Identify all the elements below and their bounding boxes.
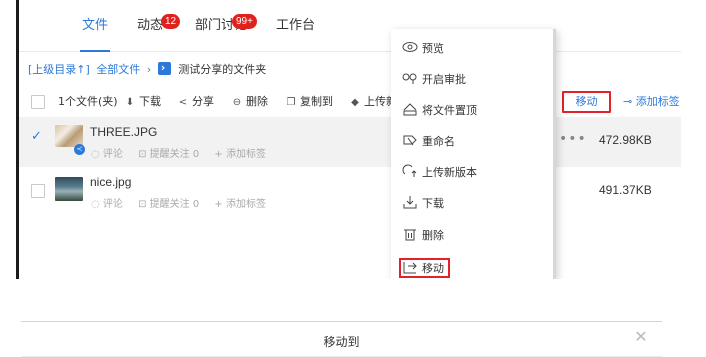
menu-item-label: 移动 (422, 262, 444, 275)
file-size: 491.37KB (599, 183, 652, 197)
tab-activity[interactable]: 动态 (137, 0, 163, 52)
rename-icon (403, 135, 417, 146)
menu-item-download[interactable]: 下载 (402, 195, 444, 213)
menu-item-label: 上传新版本 (422, 166, 477, 179)
layers-icon: ◆ (351, 97, 359, 108)
dialog-title: 移动到 (323, 335, 360, 349)
close-icon[interactable]: ✕ (633, 329, 649, 345)
file-size: 472.98KB (599, 133, 652, 147)
download-label: 下载 (139, 95, 161, 108)
add-tag-label: 添加标签 (635, 95, 680, 108)
copy-to-button[interactable]: ❐ 复制到 (285, 94, 333, 110)
breadcrumb-root-link[interactable]: 全部文件 (96, 63, 140, 76)
eye-icon (402, 42, 418, 52)
add-tag-link[interactable]: + 添加标签 (214, 149, 266, 160)
context-menu: 预览 开启审批 将文件置顶 重命名 上传新版本 下载 删除 移动 (391, 29, 556, 279)
breadcrumb-parent-link[interactable]: [上级目录↑] (28, 63, 90, 76)
more-options-icon[interactable]: ••• (559, 131, 587, 147)
delete-label: 删除 (246, 95, 268, 108)
file-manager-panel: 文件 动态 12 部门讨论 99+ 工作台 [上级目录↑] 全部文件 › 测试分… (0, 0, 681, 279)
share-label: 分享 (192, 95, 214, 108)
file-name[interactable]: THREE.JPG (90, 125, 157, 139)
activity-badge: 12 (161, 14, 181, 29)
file-meta: ◌ 评论 ⊡ 提醒关注 0 + 添加标签 (91, 145, 272, 160)
move-to-dialog: 移动到 ✕ (21, 321, 662, 357)
comment-label: 评论 (102, 199, 123, 210)
tab-files[interactable]: 文件 (79, 0, 111, 52)
menu-item-rename[interactable]: 重命名 (402, 133, 455, 151)
file-row[interactable]: nice.jpg ◌ 评论 ⊡ 提醒关注 0 + 添加标签 491.37KB (19, 167, 681, 217)
tag-icon: ⊸ (623, 95, 636, 108)
comment-link[interactable]: ◌ 评论 (91, 149, 129, 160)
download-icon (403, 196, 417, 209)
share-button[interactable]: < 分享 (177, 94, 214, 110)
copy-icon: ❐ (286, 97, 296, 108)
file-row[interactable]: ✓ ≺ THREE.JPG ◌ 评论 ⊡ 提醒关注 0 + 添加标签 ••• 4… (19, 117, 681, 167)
file-name[interactable]: nice.jpg (90, 175, 131, 189)
menu-item-label: 重命名 (422, 135, 455, 148)
menu-item-pin-top[interactable]: 将文件置顶 (402, 102, 477, 120)
file-count-label: 1个文件(夹) (58, 95, 118, 108)
download-icon: ⬇ (125, 97, 135, 108)
menu-item-label: 下载 (422, 197, 444, 210)
pin-top-icon (403, 103, 417, 116)
remind-label: 提醒关注 0 (149, 149, 200, 160)
remind-label: 提醒关注 0 (149, 199, 200, 210)
file-meta: ◌ 评论 ⊡ 提醒关注 0 + 添加标签 (91, 195, 272, 210)
trash-icon (404, 229, 416, 241)
menu-item-label: 删除 (422, 229, 444, 242)
menu-item-delete[interactable]: 删除 (402, 227, 444, 245)
file-thumbnail (55, 177, 83, 201)
delete-icon: ⊖ (232, 97, 242, 108)
menu-item-label: 将文件置顶 (422, 104, 477, 117)
menu-item-move[interactable]: 移动 (399, 258, 450, 278)
remind-link[interactable]: ⊡ 提醒关注 0 (138, 199, 205, 210)
top-tabs: 文件 动态 12 部门讨论 99+ 工作台 (19, 0, 681, 52)
approval-icon (402, 73, 417, 84)
upload-version-button[interactable]: ◆ 上传新 (349, 94, 397, 110)
shared-icon: ≺ (74, 144, 85, 155)
tab-workbench[interactable]: 工作台 (276, 0, 315, 52)
file-toolbar: 1个文件(夹) ⬇ 下载 < 分享 ⊖ 删除 ❐ 复制到 ◆ 上传新 移动 ⊸ 添加标签 (19, 88, 681, 116)
row-checkbox[interactable] (31, 184, 45, 198)
comment-label: 评论 (102, 149, 123, 160)
menu-item-label: 预览 (422, 42, 444, 55)
menu-item-preview[interactable]: 预览 (402, 40, 444, 58)
move-button[interactable]: 移动 (562, 91, 611, 113)
breadcrumb-separator: › (146, 63, 152, 76)
add-tag-button[interactable]: ⊸ 添加标签 (623, 94, 680, 110)
menu-item-upload-version[interactable]: 上传新版本 (402, 164, 477, 182)
share-icon: < (178, 97, 188, 108)
add-tag-link[interactable]: + 添加标签 (214, 199, 266, 210)
breadcrumb-current: 测试分享的文件夹 (178, 63, 267, 76)
select-all-checkbox[interactable] (31, 95, 45, 109)
remind-link[interactable]: ⊡ 提醒关注 0 (138, 149, 205, 160)
menu-item-label: 开启审批 (422, 73, 466, 86)
shared-folder-icon (157, 58, 171, 78)
upload-version-icon (402, 164, 417, 177)
download-button[interactable]: ⬇ 下载 (124, 94, 161, 110)
discussion-badge: 99+ (232, 14, 257, 29)
move-icon (403, 262, 417, 274)
checked-icon[interactable]: ✓ (31, 129, 42, 144)
breadcrumb: [上级目录↑] 全部文件 › 测试分享的文件夹 (28, 58, 267, 80)
copy-to-label: 复制到 (300, 95, 333, 108)
delete-button[interactable]: ⊖ 删除 (231, 94, 268, 110)
comment-link[interactable]: ◌ 评论 (91, 199, 129, 210)
menu-item-approval[interactable]: 开启审批 (402, 71, 466, 89)
